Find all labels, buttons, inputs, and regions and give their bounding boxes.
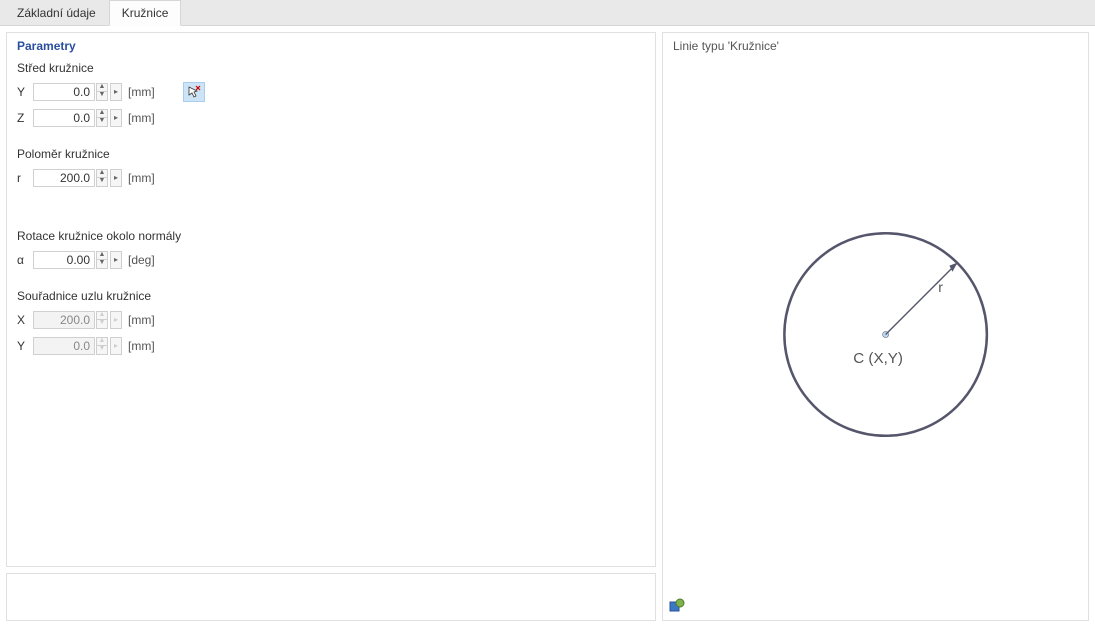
rotation-alpha-spin-down[interactable]: ▼	[96, 260, 108, 269]
rotation-alpha-label: α	[17, 253, 33, 267]
node-x-unit: [mm]	[128, 313, 155, 327]
center-z-input[interactable]	[33, 109, 95, 127]
center-z-label: Z	[17, 111, 33, 125]
center-y-spin-down[interactable]: ▼	[96, 92, 108, 101]
node-x-menu: ▸	[110, 311, 122, 329]
preview-panel: Linie typu 'Kružnice' r C (X,Y)	[662, 32, 1089, 621]
node-x-label: X	[17, 313, 33, 327]
center-y-label: Y	[17, 85, 33, 99]
preview-settings-icon	[669, 598, 685, 614]
center-y-unit: [mm]	[128, 85, 155, 99]
node-y-input	[33, 337, 95, 355]
center-y-menu[interactable]: ▸	[110, 83, 122, 101]
radius-r-menu[interactable]: ▸	[110, 169, 122, 187]
radius-label-text: r	[938, 280, 943, 296]
rotation-alpha-input[interactable]	[33, 251, 95, 269]
tab-basic[interactable]: Základní údaje	[4, 0, 109, 25]
node-y-label: Y	[17, 339, 33, 353]
node-y-unit: [mm]	[128, 339, 155, 353]
center-z-unit: [mm]	[128, 111, 155, 125]
node-x-input	[33, 311, 95, 329]
parameters-panel: Parametry Střed kružnice Y ▲ ▼ ▸ [mm]	[6, 32, 656, 567]
rotation-alpha-menu[interactable]: ▸	[110, 251, 122, 269]
radius-r-spin-down[interactable]: ▼	[96, 178, 108, 187]
preview-settings-button[interactable]	[669, 598, 685, 614]
center-z-spin-down[interactable]: ▼	[96, 118, 108, 127]
group-rotation-label: Rotace kružnice okolo normály	[17, 229, 645, 243]
circle-preview: r C (X,Y)	[673, 57, 1078, 612]
pick-point-icon	[187, 85, 201, 99]
center-label-text: C (X,Y)	[853, 350, 903, 367]
radius-r-unit: [mm]	[128, 171, 155, 185]
radius-r-label: r	[17, 171, 33, 185]
tab-circle[interactable]: Kružnice	[109, 0, 182, 26]
main-layout: Parametry Střed kružnice Y ▲ ▼ ▸ [mm]	[0, 26, 1095, 626]
node-x-spin-down: ▼	[96, 320, 108, 329]
center-y-input[interactable]	[33, 83, 95, 101]
section-title: Parametry	[17, 39, 645, 53]
radius-r-input[interactable]	[33, 169, 95, 187]
group-center-label: Střed kružnice	[17, 61, 645, 75]
center-z-menu[interactable]: ▸	[110, 109, 122, 127]
preview-title: Linie typu 'Kružnice'	[673, 39, 1078, 53]
pick-point-button[interactable]	[183, 82, 205, 102]
group-radius-label: Poloměr kružnice	[17, 147, 645, 161]
tab-bar: Základní údaje Kružnice	[0, 0, 1095, 26]
node-y-spin-down: ▼	[96, 346, 108, 355]
comment-panel[interactable]	[6, 573, 656, 621]
group-node-label: Souřadnice uzlu kružnice	[17, 289, 645, 303]
node-y-menu: ▸	[110, 337, 122, 355]
rotation-alpha-unit: [deg]	[128, 253, 155, 267]
